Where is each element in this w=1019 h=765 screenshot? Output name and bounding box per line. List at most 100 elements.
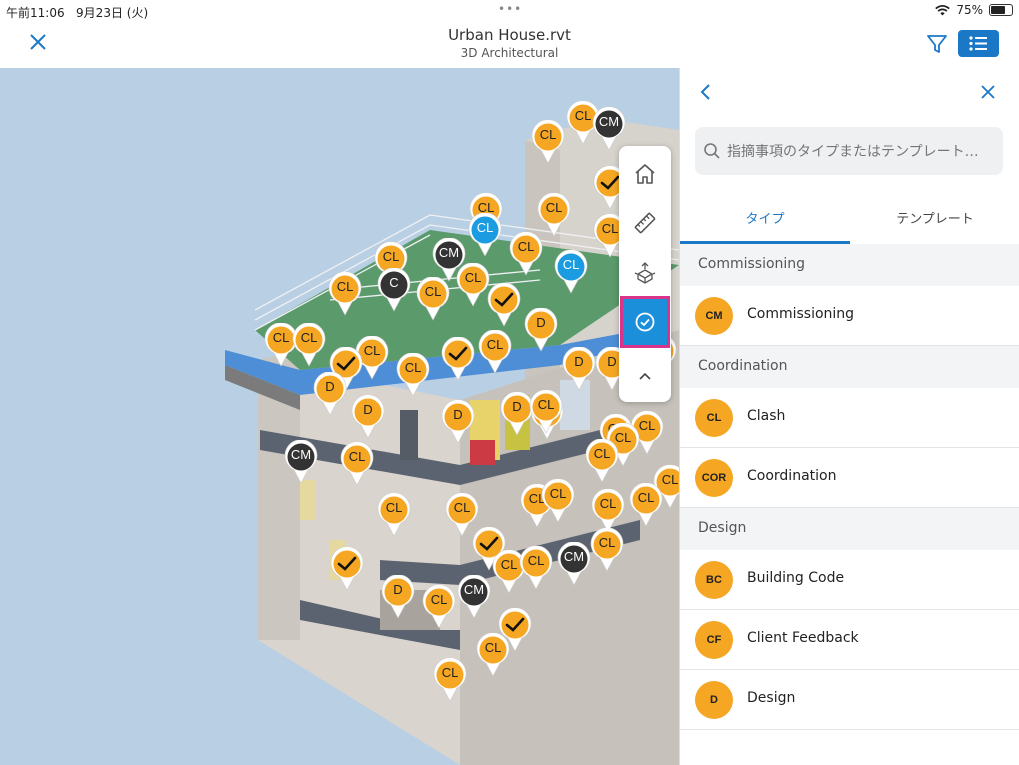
issue-pin-checked[interactable]: ✓: [441, 337, 475, 381]
section-title: Commissioning: [698, 256, 806, 272]
building-model[interactable]: [0, 68, 679, 765]
issue-pin-label: CL: [537, 397, 555, 412]
issue-pin-label: CL: [599, 496, 617, 511]
issue-type-name: Design: [747, 690, 796, 706]
issue-type-row[interactable]: CL Clash: [680, 388, 1019, 448]
search-box: [695, 127, 1003, 175]
issue-pin[interactable]: CL: [591, 489, 625, 533]
issue-type-row[interactable]: COR Coordination: [680, 448, 1019, 508]
issue-pin[interactable]: CL: [478, 330, 512, 374]
issue-pin[interactable]: CL: [328, 272, 362, 316]
issue-pin-label: C: [389, 275, 399, 290]
list-view-button[interactable]: [958, 30, 999, 57]
issue-pin[interactable]: CL: [433, 658, 467, 702]
issue-pin[interactable]: D: [351, 395, 385, 439]
issue-pin[interactable]: CL: [531, 120, 565, 164]
issue-type-name: Building Code: [747, 570, 845, 586]
issue-pin[interactable]: CM: [557, 542, 591, 586]
issue-pin[interactable]: D: [441, 400, 475, 444]
issue-pin-label: CL: [549, 486, 567, 501]
issue-type-badge: BC: [695, 561, 733, 599]
issues-icon: [635, 312, 655, 332]
issue-type-name: Commissioning: [747, 306, 855, 322]
issue-pin-label: CL: [441, 665, 459, 680]
issues-button[interactable]: [620, 296, 670, 348]
wifi-icon: [935, 4, 951, 15]
issue-pin[interactable]: CL: [519, 546, 553, 590]
issue-pin-label: CL: [539, 127, 557, 142]
document-subtitle: 3D Architectural: [460, 46, 559, 60]
issue-type-row[interactable]: CF Client Feedback: [680, 610, 1019, 670]
issue-pin-label: CL: [527, 553, 545, 568]
issue-pin[interactable]: CL: [509, 232, 543, 276]
issue-pin[interactable]: CL: [585, 439, 619, 483]
back-icon[interactable]: [696, 82, 716, 102]
issue-pin[interactable]: CL: [340, 442, 374, 486]
issue-pin-checked[interactable]: ✓: [330, 547, 364, 591]
issue-type-badge: CL: [695, 399, 733, 437]
issue-pin[interactable]: D: [313, 372, 347, 416]
issue-pin[interactable]: D: [381, 575, 415, 619]
home-button[interactable]: [625, 154, 665, 194]
explode-model-button[interactable]: [625, 253, 665, 293]
issue-pin[interactable]: CL: [422, 585, 456, 629]
issue-pin-label: CL: [545, 200, 563, 215]
issue-pin[interactable]: CL: [377, 493, 411, 537]
issue-pin[interactable]: CM: [592, 107, 626, 151]
issue-pin-label: CL: [300, 330, 318, 345]
issue-pin[interactable]: CL: [476, 633, 510, 677]
model-viewport[interactable]: CLCMCL✓CLCLCLCMCLCLCLCLCLCCLCL✓DCLCLCL✓✓…: [0, 68, 679, 765]
filter-icon[interactable]: [926, 33, 948, 55]
issue-pin[interactable]: CM: [457, 575, 491, 619]
issue-type-name: Clash: [747, 408, 786, 424]
issue-pin[interactable]: CL: [416, 277, 450, 321]
issue-type-badge: CF: [695, 621, 733, 659]
issue-type-row[interactable]: BC Building Code: [680, 550, 1019, 610]
search-input[interactable]: [725, 139, 999, 165]
issue-pin-label: D: [536, 315, 546, 330]
issue-pin-label: CL: [562, 257, 580, 272]
issue-pin-label: CM: [463, 582, 485, 597]
issue-pin[interactable]: CL: [396, 353, 430, 397]
search-icon: [704, 143, 720, 159]
close-panel-icon[interactable]: [978, 82, 998, 102]
issue-pin[interactable]: CL: [541, 479, 575, 523]
multitask-dots[interactable]: •••: [498, 2, 522, 16]
model-explode-icon: [634, 262, 656, 284]
issue-pin-checked[interactable]: ✓: [487, 283, 521, 327]
issue-pin-label: D: [393, 582, 403, 597]
issue-type-row[interactable]: CM Commissioning: [680, 286, 1019, 346]
battery-percent: 75%: [956, 3, 983, 17]
collapse-toolbar-button[interactable]: [625, 356, 665, 396]
issue-pin[interactable]: CL: [537, 193, 571, 237]
issue-pin[interactable]: CL: [445, 493, 479, 537]
measure-button[interactable]: [625, 203, 665, 243]
issue-pin[interactable]: CL: [529, 390, 563, 434]
issue-pin-label: CL: [385, 500, 403, 515]
issue-pin-label: CL: [348, 449, 366, 464]
issue-type-name: Client Feedback: [747, 630, 859, 646]
issue-pin[interactable]: CL: [590, 528, 624, 572]
list-icon: [969, 36, 987, 51]
issue-pin[interactable]: CM: [284, 440, 318, 484]
section-header-commissioning: Commissioning: [680, 244, 1019, 286]
tab-type[interactable]: タイプ: [680, 208, 850, 227]
issue-pin[interactable]: CL: [292, 323, 326, 367]
issue-pin[interactable]: CL: [456, 263, 490, 307]
issue-pin[interactable]: CL: [554, 250, 588, 294]
issue-pin[interactable]: D: [562, 347, 596, 391]
issue-pin-label: CL: [517, 239, 535, 254]
section-header-design: Design: [680, 508, 1019, 550]
issue-pin[interactable]: CL: [629, 483, 663, 527]
viewer-toolbar: [619, 146, 671, 402]
issue-pin-label: CL: [637, 490, 655, 505]
chevron-up-icon: [639, 372, 651, 380]
issue-type-row[interactable]: D Design: [680, 670, 1019, 730]
status-clock: 午前11:06 9月23日 (火): [6, 4, 148, 21]
issue-pin-label: CM: [598, 114, 620, 129]
issue-pin[interactable]: CL: [468, 213, 502, 257]
issue-type-badge: D: [695, 681, 733, 719]
issue-pin[interactable]: D: [524, 308, 558, 352]
issue-pin[interactable]: C: [377, 268, 411, 312]
tab-template[interactable]: テンプレート: [850, 208, 1019, 227]
